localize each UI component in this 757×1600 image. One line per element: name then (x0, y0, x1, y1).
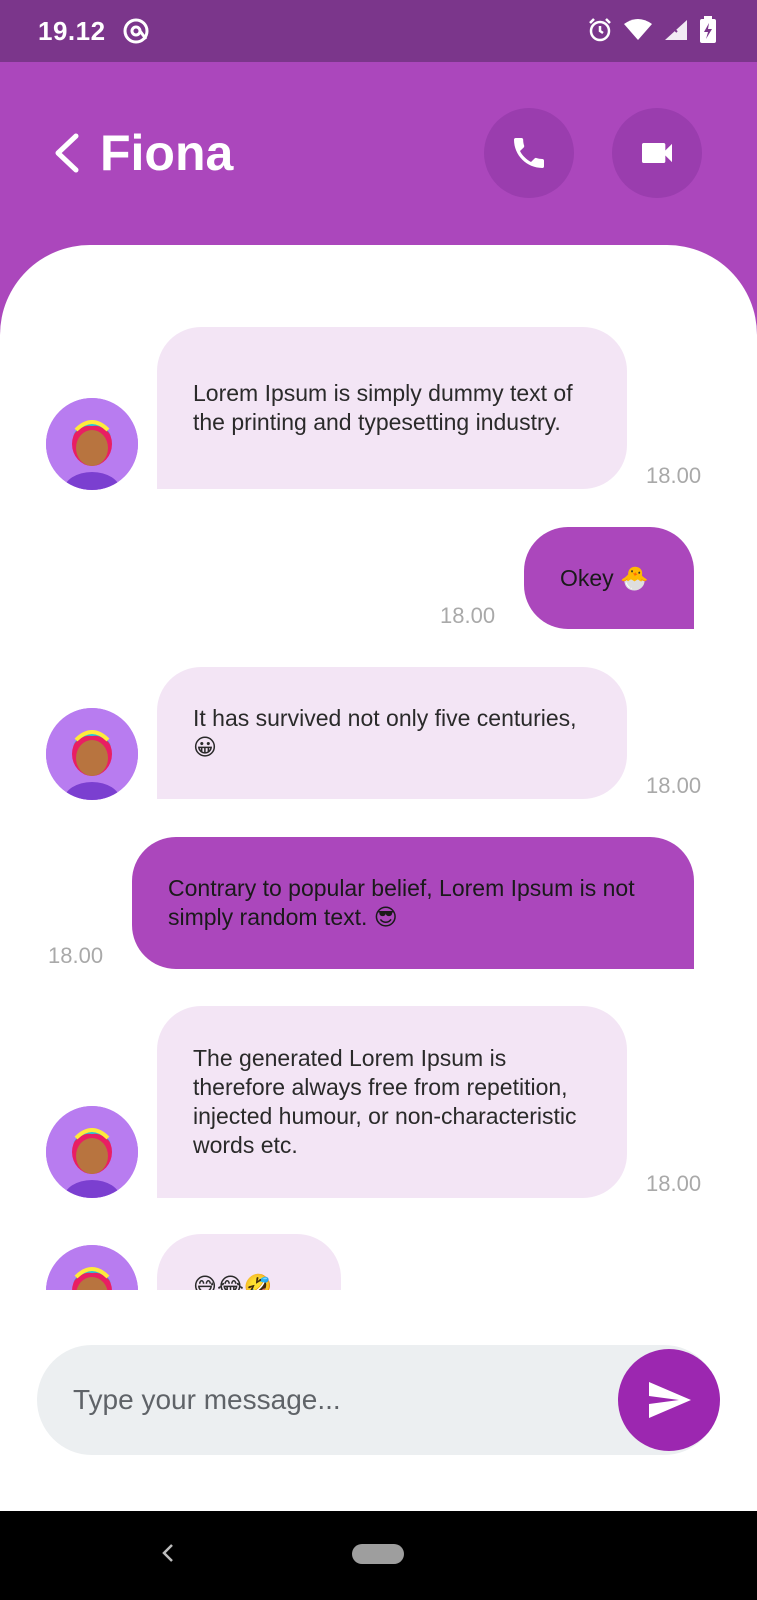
message-text: Contrary to popular belief, Lorem Ipsum … (168, 875, 635, 930)
message-time: 18.00 (646, 1171, 702, 1196)
status-time: 19.12 (38, 16, 106, 46)
incoming-message-bubble[interactable]: It has survived not only five centuries,… (157, 667, 627, 799)
wifi-icon (624, 19, 652, 40)
system-nav-bar (0, 1511, 757, 1600)
send-icon (649, 1382, 691, 1418)
message-composer (37, 1345, 719, 1455)
outgoing-message-bubble[interactable]: Contrary to popular belief, Lorem Ipsum … (132, 837, 694, 969)
contact-avatar (46, 1106, 138, 1198)
message-list[interactable]: Lorem Ipsum is simply dummy text of the … (0, 245, 757, 1511)
back-chevron-icon[interactable] (50, 130, 84, 176)
battery-charging-icon (700, 16, 716, 43)
signal-icon (665, 20, 687, 40)
phone-icon (514, 138, 544, 168)
incoming-message-bubble[interactable]: The generated Lorem Ipsum is therefore a… (157, 1006, 627, 1198)
video-call-button[interactable] (612, 108, 702, 198)
message-time: 18.00 (646, 773, 702, 798)
contact-avatar (46, 708, 138, 800)
message-time: 18.00 (646, 463, 702, 488)
nav-back-icon[interactable] (160, 1541, 176, 1565)
message-text: Okey 🐣 (560, 564, 649, 591)
video-camera-icon (642, 143, 672, 163)
call-button[interactable] (484, 108, 574, 198)
message-text: It has survived not only five centuries,… (193, 705, 577, 760)
nav-home-pill[interactable] (352, 1544, 404, 1564)
incoming-message-bubble[interactable]: Lorem Ipsum is simply dummy text of the … (157, 327, 627, 489)
message-text: Lorem Ipsum is simply dummy text of the … (193, 380, 573, 435)
at-sign-icon (123, 18, 149, 44)
message-input[interactable] (73, 1345, 613, 1455)
alarm-icon (589, 18, 611, 42)
outgoing-message-bubble[interactable]: Okey 🐣 (524, 527, 694, 629)
status-bar: 19.12 (0, 0, 757, 62)
send-button[interactable] (618, 1349, 720, 1451)
contact-avatar (46, 398, 138, 490)
contact-name: Fiona (100, 125, 234, 181)
message-text: The generated Lorem Ipsum is therefore a… (193, 1045, 577, 1158)
message-time: 18.00 (48, 943, 104, 968)
message-time: 18.00 (440, 603, 496, 628)
